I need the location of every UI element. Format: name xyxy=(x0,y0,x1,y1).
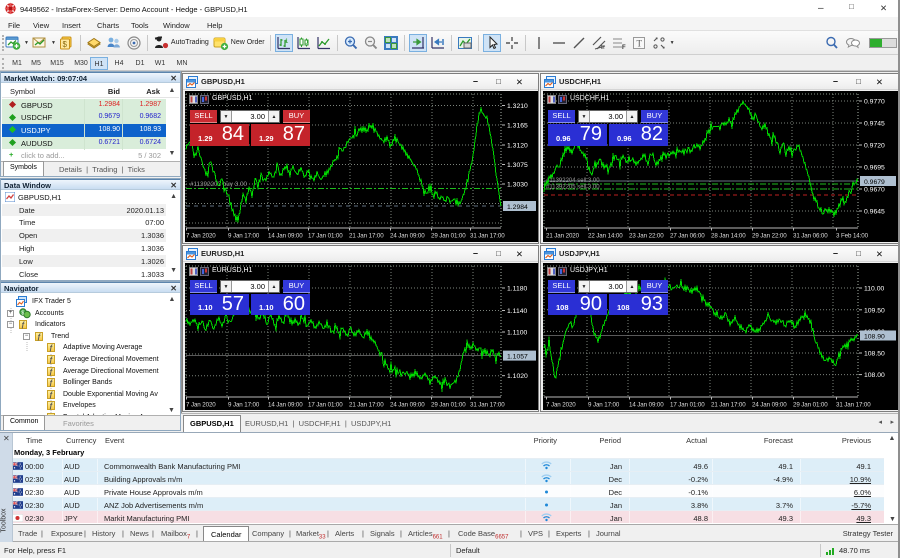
svg-text:21 Jan 17:00: 21 Jan 17:00 xyxy=(349,402,384,409)
svg-text:$: $ xyxy=(62,40,67,49)
svg-text:108.90: 108.90 xyxy=(864,333,885,340)
svg-text:17 Jan 01:00: 17 Jan 01:00 xyxy=(670,402,705,409)
svg-text:0.9695: 0.9695 xyxy=(864,165,885,172)
svg-text:#11392203 buy 3.00: #11392203 buy 3.00 xyxy=(190,181,247,188)
svg-text:0.9645: 0.9645 xyxy=(864,209,885,216)
svg-text:E: E xyxy=(601,45,605,51)
svg-text:3 Feb 14:00: 3 Feb 14:00 xyxy=(836,233,869,240)
svg-text:21 Jan 17:00: 21 Jan 17:00 xyxy=(349,233,384,240)
svg-text:9 Jan 17:00: 9 Jan 17:00 xyxy=(228,402,260,409)
svg-text:1.2984: 1.2984 xyxy=(507,204,528,211)
svg-text:1.1140: 1.1140 xyxy=(507,308,528,315)
svg-text:0.9679: 0.9679 xyxy=(864,179,885,186)
svg-text:0.9720: 0.9720 xyxy=(864,143,885,150)
svg-text:1.3165: 1.3165 xyxy=(507,123,528,130)
svg-text:0.9770: 0.9770 xyxy=(864,99,885,106)
svg-text:0.9745: 0.9745 xyxy=(864,121,885,128)
svg-text:1.3030: 1.3030 xyxy=(507,182,528,189)
svg-text:7 Jan 2020: 7 Jan 2020 xyxy=(186,402,216,409)
svg-text:29 Jan 01:00: 29 Jan 01:00 xyxy=(431,402,466,409)
svg-text:9 Jan 17:00: 9 Jan 17:00 xyxy=(228,233,260,240)
svg-text:28 Jan 14:00: 28 Jan 14:00 xyxy=(711,233,746,240)
svg-text:#11392204 sell 3.00: #11392204 sell 3.00 xyxy=(546,178,600,184)
svg-text:17 Jan 01:00: 17 Jan 01:00 xyxy=(308,233,343,240)
svg-text:14 Jan 09:00: 14 Jan 09:00 xyxy=(268,233,303,240)
svg-text:$: $ xyxy=(21,310,24,316)
svg-text:7 Jan 2020: 7 Jan 2020 xyxy=(546,402,576,409)
svg-text:F: F xyxy=(622,45,626,51)
svg-text:1.1180: 1.1180 xyxy=(507,286,528,293)
svg-text:27 Jan 06:00: 27 Jan 06:00 xyxy=(670,233,705,240)
svg-text:1.3120: 1.3120 xyxy=(507,143,528,150)
svg-text:108.00: 108.00 xyxy=(864,372,885,379)
svg-text:9 Jan 17:00: 9 Jan 17:00 xyxy=(588,402,620,409)
svg-text:14 Jan 09:00: 14 Jan 09:00 xyxy=(629,402,664,409)
svg-text:31 Jan 17:00: 31 Jan 17:00 xyxy=(470,402,505,409)
svg-text:24 Jan 09:00: 24 Jan 09:00 xyxy=(752,402,787,409)
svg-text:1.3075: 1.3075 xyxy=(507,162,528,169)
svg-text:109.50: 109.50 xyxy=(864,307,885,314)
svg-text:21 Jan 2020: 21 Jan 2020 xyxy=(546,233,580,240)
svg-text:1.1057: 1.1057 xyxy=(507,353,528,360)
svg-text:22 Jan 14:00: 22 Jan 14:00 xyxy=(588,233,623,240)
svg-text:#11392205 sell 3.00: #11392205 sell 3.00 xyxy=(546,185,600,191)
svg-text:17 Jan 01:00: 17 Jan 01:00 xyxy=(308,402,343,409)
svg-text:0.9670: 0.9670 xyxy=(864,187,885,194)
svg-text:1.1100: 1.1100 xyxy=(507,330,528,337)
svg-text:1: 1 xyxy=(285,39,289,45)
svg-text:T: T xyxy=(636,39,642,49)
svg-text:1.3210: 1.3210 xyxy=(507,103,528,110)
svg-text:108.50: 108.50 xyxy=(864,351,885,358)
svg-text:24 Jan 09:00: 24 Jan 09:00 xyxy=(390,402,425,409)
svg-text:29 Jan 01:00: 29 Jan 01:00 xyxy=(793,402,828,409)
svg-text:110.00: 110.00 xyxy=(864,286,885,293)
svg-text:24 Jan 09:00: 24 Jan 09:00 xyxy=(390,233,425,240)
svg-text:14 Jan 09:00: 14 Jan 09:00 xyxy=(268,402,303,409)
svg-text:7 Jan 2020: 7 Jan 2020 xyxy=(186,233,216,240)
svg-text:29 Jan 01:00: 29 Jan 01:00 xyxy=(431,233,466,240)
svg-text:1.1020: 1.1020 xyxy=(507,373,528,380)
svg-text:29 Jan 22:00: 29 Jan 22:00 xyxy=(752,233,787,240)
svg-text:23 Jan 22:00: 23 Jan 22:00 xyxy=(629,233,664,240)
svg-text:31 Jan 06:00: 31 Jan 06:00 xyxy=(793,233,828,240)
svg-text:31 Jan 17:00: 31 Jan 17:00 xyxy=(836,402,871,409)
svg-text:21 Jan 17:00: 21 Jan 17:00 xyxy=(711,402,746,409)
svg-text:31 Jan 17:00: 31 Jan 17:00 xyxy=(470,233,505,240)
